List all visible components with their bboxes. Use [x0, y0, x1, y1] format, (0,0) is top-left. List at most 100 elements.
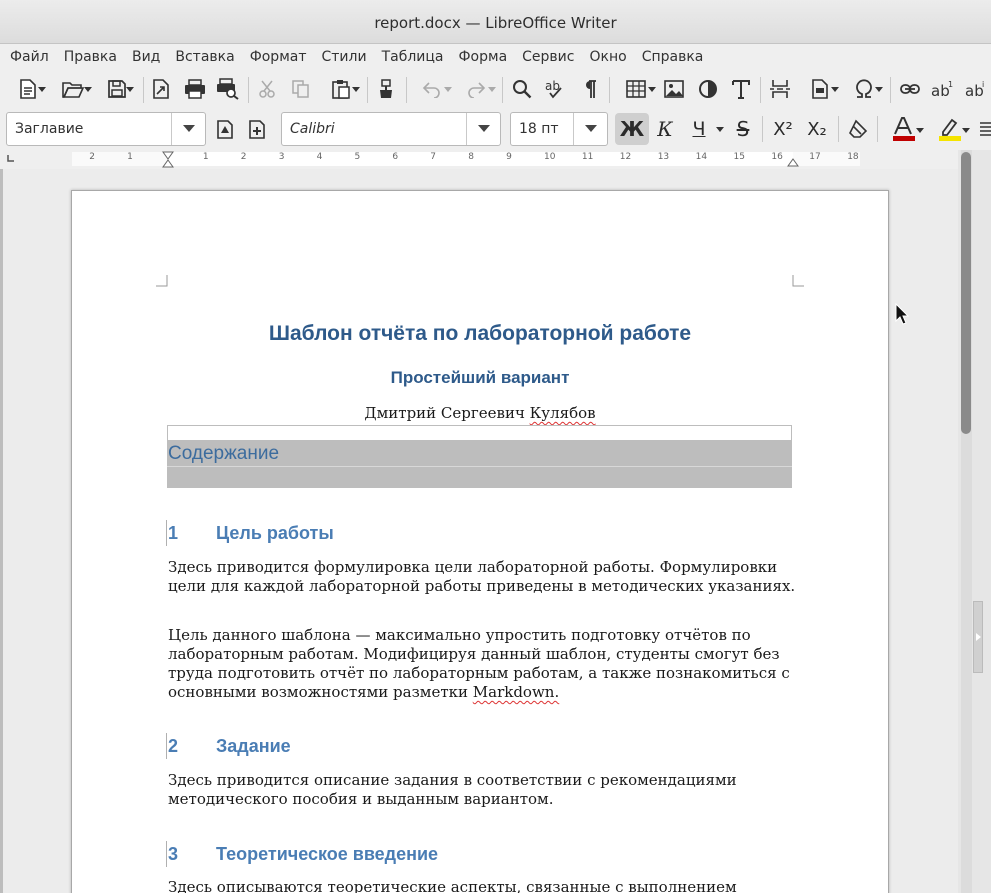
paragraph-style-combo[interactable]: Заглавие: [6, 112, 206, 146]
font-color-icon: [893, 117, 915, 141]
document-title[interactable]: Шаблон отчёта по лабораторной работе: [168, 322, 792, 346]
align-left-button[interactable]: [978, 114, 991, 144]
right-indent-marker-icon[interactable]: [787, 158, 799, 167]
formatting-marks-button[interactable]: [576, 74, 604, 104]
insert-image-button[interactable]: [660, 74, 688, 104]
pilcrow-icon: [586, 80, 596, 98]
redo-button[interactable]: [455, 74, 497, 104]
paragraph[interactable]: Цель данного шаблона — максимально упрос…: [168, 626, 798, 702]
printer-icon: [185, 79, 205, 99]
paragraph[interactable]: Здесь описываются теоретические аспекты,…: [168, 878, 798, 893]
new-document-icon: [20, 79, 36, 99]
update-style-button[interactable]: [211, 114, 239, 144]
ruler-number: 1: [127, 152, 133, 162]
subscript-icon: X₂: [807, 118, 827, 140]
font-name-combo[interactable]: Calibri: [281, 112, 501, 146]
menu-file[interactable]: Файл: [2, 44, 56, 71]
svg-text:i: i: [982, 80, 984, 89]
insert-text-box-button[interactable]: [727, 74, 755, 104]
print-button[interactable]: [181, 74, 209, 104]
menu-edit[interactable]: Правка: [56, 44, 124, 71]
section-heading-text: Теоретическое введение: [216, 844, 439, 864]
menu-styles[interactable]: Стили: [314, 44, 374, 71]
subscript-button[interactable]: X₂: [802, 114, 832, 144]
undo-button[interactable]: [412, 74, 452, 104]
section-heading-1[interactable]: 1 Цель работы: [166, 520, 334, 546]
insert-footnote-button[interactable]: ab 1: [929, 74, 957, 104]
menu-window[interactable]: Окно: [581, 44, 633, 71]
font-name-dropdown-icon[interactable]: [466, 113, 500, 145]
highlighter-icon: [939, 118, 961, 141]
paragraph[interactable]: Здесь приводится описание задания в соот…: [168, 771, 798, 809]
window-titlebar[interactable]: report.docx — LibreOffice Writer: [0, 0, 991, 44]
hyperlink-button[interactable]: [896, 74, 924, 104]
search-icon: [513, 80, 532, 99]
menu-table[interactable]: Таблица: [374, 44, 451, 71]
section-heading-text: Задание: [216, 736, 291, 756]
section-number: 2: [168, 736, 179, 756]
export-pdf-button[interactable]: [148, 74, 174, 104]
insert-endnote-button[interactable]: ab i: [962, 74, 991, 104]
sidebar-deck-handle[interactable]: [973, 601, 983, 673]
insert-field-button[interactable]: [799, 74, 841, 104]
update-style-icon: [217, 120, 233, 139]
clone-formatting-button[interactable]: [372, 74, 400, 104]
document-author[interactable]: Дмитрий Сергеевич Кулябов: [168, 404, 792, 422]
insert-chart-button[interactable]: [694, 74, 722, 104]
copy-icon: [292, 80, 309, 98]
font-name-value: Calibri: [290, 121, 335, 137]
menu-bar: Файл Правка Вид Вставка Формат Стили Таб…: [0, 44, 991, 71]
section-heading-2[interactable]: 2 Задание: [166, 733, 291, 759]
ruler-number: 12: [619, 152, 632, 162]
export-pdf-icon: [153, 79, 169, 99]
pie-chart-icon: [699, 80, 717, 98]
undo-icon: [422, 82, 440, 98]
font-color-button[interactable]: [882, 114, 926, 144]
left-indent-marker-icon[interactable]: [162, 151, 174, 168]
italic-button[interactable]: К: [651, 114, 679, 144]
ruler-number: 4: [316, 152, 323, 162]
font-size-combo[interactable]: 18 пт: [510, 112, 608, 146]
highlight-color-button[interactable]: [928, 114, 972, 144]
font-size-dropdown-icon[interactable]: [573, 113, 607, 145]
bold-button[interactable]: Ж: [615, 113, 649, 145]
menu-insert[interactable]: Вставка: [167, 44, 241, 71]
copy-button[interactable]: [287, 74, 315, 104]
insert-special-character-button[interactable]: [843, 74, 885, 104]
omega-icon: [856, 79, 872, 98]
save-button[interactable]: [96, 74, 138, 104]
insert-page-break-button[interactable]: [766, 74, 794, 104]
new-style-button[interactable]: [243, 114, 271, 144]
strikethrough-button[interactable]: S: [729, 114, 757, 144]
paragraph-style-dropdown-icon[interactable]: [171, 113, 205, 145]
vertical-scrollbar[interactable]: [958, 150, 991, 893]
paragraph[interactable]: Здесь приводится формулировка цели лабор…: [168, 558, 798, 596]
folder-open-icon: [62, 82, 85, 98]
section-heading-3[interactable]: 3 Теоретическое введение: [166, 841, 439, 867]
scrollbar-thumb[interactable]: [961, 152, 971, 434]
tab-stop-icon[interactable]: [6, 153, 16, 163]
menu-format[interactable]: Формат: [242, 44, 314, 71]
toc-title[interactable]: Содержание: [168, 443, 279, 465]
document-subtitle[interactable]: Простейший вариант: [168, 368, 792, 388]
cut-button[interactable]: [254, 74, 282, 104]
spelling-button[interactable]: ab: [541, 74, 569, 104]
menu-tools[interactable]: Сервис: [514, 44, 581, 71]
clear-formatting-button[interactable]: [844, 114, 872, 144]
open-button[interactable]: [52, 74, 94, 104]
insert-table-button[interactable]: [615, 74, 657, 104]
print-preview-button[interactable]: [214, 74, 242, 104]
horizontal-ruler[interactable]: 2 1 1 2 3 4 5 6 7 8 9 10 11 12 13 14 15 16 17 18: [0, 150, 958, 169]
menu-form[interactable]: Форма: [451, 44, 515, 71]
bold-icon: Ж: [619, 117, 645, 141]
paste-button[interactable]: [320, 74, 362, 104]
underline-button[interactable]: Ч: [684, 114, 726, 144]
ruler-number: 16: [771, 152, 783, 162]
redo-icon: [468, 82, 486, 98]
find-replace-button[interactable]: [508, 74, 536, 104]
menu-help[interactable]: Справка: [634, 44, 711, 71]
save-icon: [108, 80, 126, 98]
new-document-button[interactable]: [8, 74, 48, 104]
superscript-button[interactable]: X²: [768, 114, 798, 144]
menu-view[interactable]: Вид: [124, 44, 167, 71]
